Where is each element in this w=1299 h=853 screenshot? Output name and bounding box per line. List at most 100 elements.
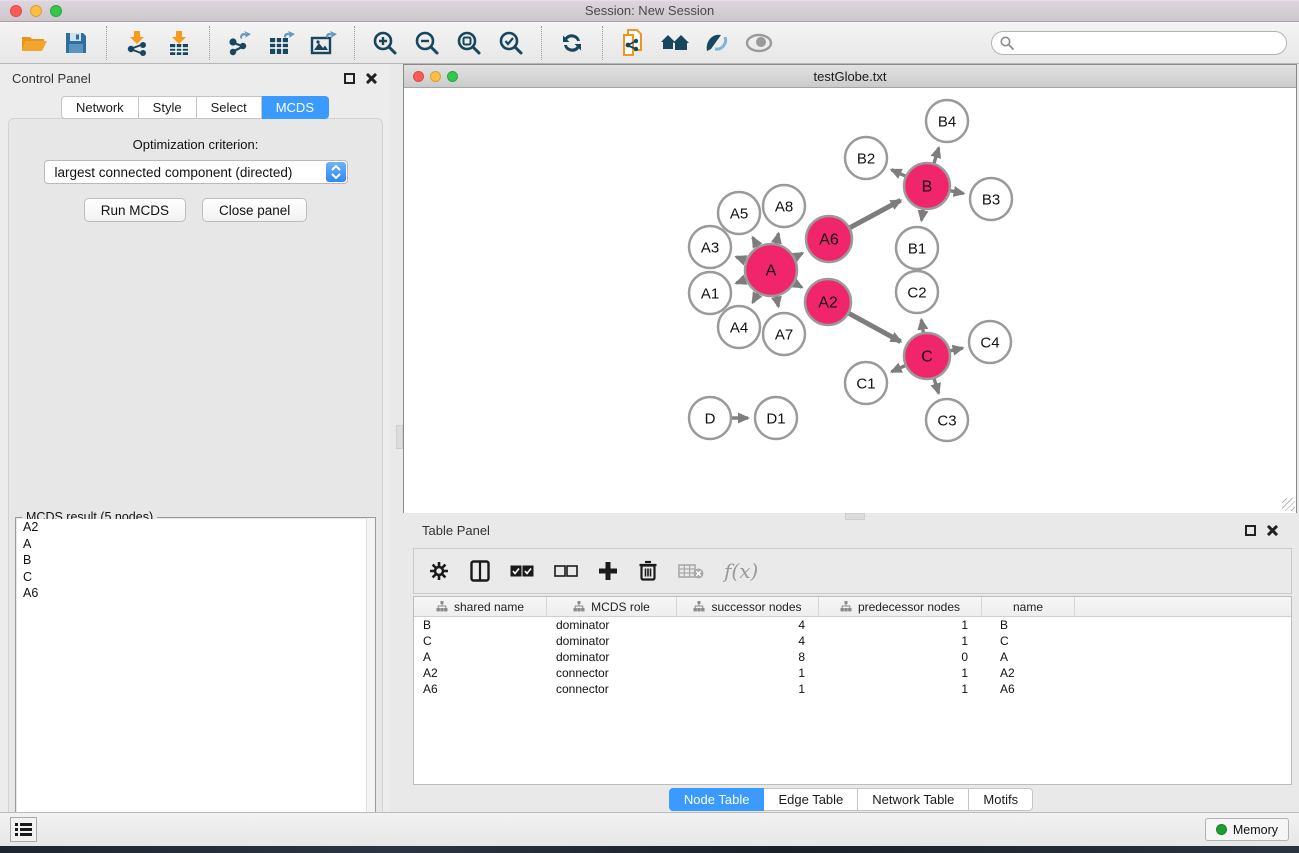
- node-A6[interactable]: A6: [806, 216, 852, 262]
- edge-B-B1[interactable]: [921, 210, 923, 221]
- float-table-panel-icon[interactable]: [1245, 525, 1256, 536]
- result-item[interactable]: B: [17, 552, 374, 569]
- table-row[interactable]: Bdominator41B: [414, 617, 1291, 633]
- search-input[interactable]: [991, 31, 1287, 55]
- close-panel-icon[interactable]: [365, 72, 378, 85]
- home-button[interactable]: [657, 26, 693, 60]
- edge-A-A8[interactable]: [776, 233, 778, 243]
- tab-mcds[interactable]: MCDS: [262, 96, 329, 119]
- table-row[interactable]: Adominator80A: [414, 649, 1291, 665]
- result-list-scrollbar[interactable]: [366, 518, 375, 853]
- edge-B-B2[interactable]: [891, 170, 905, 176]
- table-options-button[interactable]: [428, 560, 450, 582]
- save-session-button[interactable]: [58, 26, 94, 60]
- window-resize-grip[interactable]: [1282, 498, 1295, 511]
- delete-button[interactable]: [638, 560, 658, 582]
- open-file-button[interactable]: [16, 26, 52, 60]
- edge-C-C3[interactable]: [934, 379, 938, 393]
- minimize-window-icon[interactable]: [30, 5, 42, 17]
- table-body[interactable]: Bdominator41BCdominator41CAdominator80AA…: [414, 617, 1291, 697]
- node-D1[interactable]: D1: [755, 397, 797, 439]
- tab-style[interactable]: Style: [139, 96, 197, 119]
- node-B[interactable]: B: [904, 163, 950, 209]
- export-network-button[interactable]: [222, 26, 258, 60]
- column-header-predecessor-nodes[interactable]: predecessor nodes: [819, 597, 982, 616]
- optimization-criterion-select[interactable]: largest connected component (directed): [44, 160, 348, 184]
- result-item[interactable]: A: [17, 536, 374, 553]
- edge-A2-C[interactable]: [849, 313, 901, 341]
- edge-A-A6[interactable]: [795, 253, 803, 257]
- add-button[interactable]: [598, 561, 618, 581]
- network-window-titlebar[interactable]: testGlobe.txt: [404, 65, 1296, 88]
- edge-B-B4[interactable]: [934, 148, 939, 163]
- node-B1[interactable]: B1: [896, 227, 938, 269]
- tab-network-table[interactable]: Network Table: [858, 788, 969, 811]
- run-mcds-button[interactable]: Run MCDS: [84, 198, 186, 222]
- edge-A6-B[interactable]: [850, 200, 901, 227]
- table-row[interactable]: Cdominator41C: [414, 633, 1291, 649]
- tab-node-table[interactable]: Node Table: [669, 788, 765, 811]
- minimize-network-icon[interactable]: [430, 71, 441, 82]
- tab-motifs[interactable]: Motifs: [969, 788, 1033, 811]
- show-graphics-details-button[interactable]: [699, 26, 735, 60]
- node-C4[interactable]: C4: [969, 321, 1011, 363]
- edge-A-A4[interactable]: [753, 294, 758, 303]
- show-columns-button[interactable]: [470, 560, 490, 582]
- zoom-out-button[interactable]: [409, 26, 445, 60]
- node-A3[interactable]: A3: [689, 226, 731, 268]
- node-C2[interactable]: C2: [896, 271, 938, 313]
- zoom-fit-button[interactable]: [451, 26, 487, 60]
- edge-B-B3[interactable]: [951, 191, 964, 194]
- result-item[interactable]: A2: [17, 519, 374, 536]
- zoom-in-button[interactable]: [367, 26, 403, 60]
- mcds-result-list[interactable]: A2ABCA6: [17, 519, 374, 853]
- edge-C-C2[interactable]: [921, 320, 923, 333]
- zoom-selected-button[interactable]: [493, 26, 529, 60]
- node-C3[interactable]: C3: [926, 399, 968, 441]
- result-item[interactable]: C: [17, 569, 374, 586]
- node-A8[interactable]: A8: [763, 185, 805, 227]
- panel-divider-grip[interactable]: [396, 425, 403, 449]
- float-panel-icon[interactable]: [344, 73, 355, 84]
- import-network-button[interactable]: [119, 26, 155, 60]
- node-A[interactable]: A: [745, 244, 797, 296]
- table-row[interactable]: A6connector11A6: [414, 681, 1291, 697]
- new-network-button[interactable]: [615, 26, 651, 60]
- edge-A-A1[interactable]: [736, 280, 746, 284]
- edge-A-A7[interactable]: [776, 296, 778, 306]
- close-network-icon[interactable]: [413, 71, 424, 82]
- node-A1[interactable]: A1: [689, 272, 731, 314]
- deselect-all-button[interactable]: [554, 564, 578, 578]
- column-header-successor-nodes[interactable]: successor nodes: [677, 597, 819, 616]
- export-image-button[interactable]: [306, 26, 342, 60]
- task-history-button[interactable]: [10, 817, 37, 842]
- edge-A-A3[interactable]: [736, 257, 746, 261]
- node-A5[interactable]: A5: [718, 192, 760, 234]
- close-panel-button[interactable]: Close panel: [202, 198, 307, 222]
- node-A7[interactable]: A7: [763, 313, 805, 355]
- node-D[interactable]: D: [689, 397, 731, 439]
- import-table-button[interactable]: [161, 26, 197, 60]
- tab-network[interactable]: Network: [61, 96, 139, 119]
- maximize-network-icon[interactable]: [447, 71, 458, 82]
- delete-table-button[interactable]: [678, 563, 704, 579]
- edge-C-C1[interactable]: [892, 366, 905, 372]
- memory-button[interactable]: Memory: [1205, 818, 1289, 841]
- hide-graphics-details-button[interactable]: [741, 26, 777, 60]
- refresh-button[interactable]: [554, 26, 590, 60]
- edge-A-A5[interactable]: [753, 237, 758, 246]
- node-C1[interactable]: C1: [845, 362, 887, 404]
- edge-C-C4[interactable]: [950, 348, 962, 351]
- table-row[interactable]: A2connector11A2: [414, 665, 1291, 681]
- function-builder-button[interactable]: f(x): [724, 559, 758, 583]
- column-header-shared-name[interactable]: shared name: [414, 597, 547, 616]
- node-A4[interactable]: A4: [718, 306, 760, 348]
- node-B2[interactable]: B2: [845, 137, 887, 179]
- maximize-window-icon[interactable]: [50, 5, 62, 17]
- close-table-panel-icon[interactable]: [1266, 524, 1279, 537]
- tab-edge-table[interactable]: Edge Table: [764, 788, 858, 811]
- edge-A-A2[interactable]: [795, 283, 802, 287]
- result-item[interactable]: A6: [17, 585, 374, 602]
- column-header-MCDS-role[interactable]: MCDS role: [547, 597, 677, 616]
- network-canvas[interactable]: AA2A6BCA1A3A4A5A7A8B1B2B3B4C1C2C3C4DD1: [404, 89, 1296, 513]
